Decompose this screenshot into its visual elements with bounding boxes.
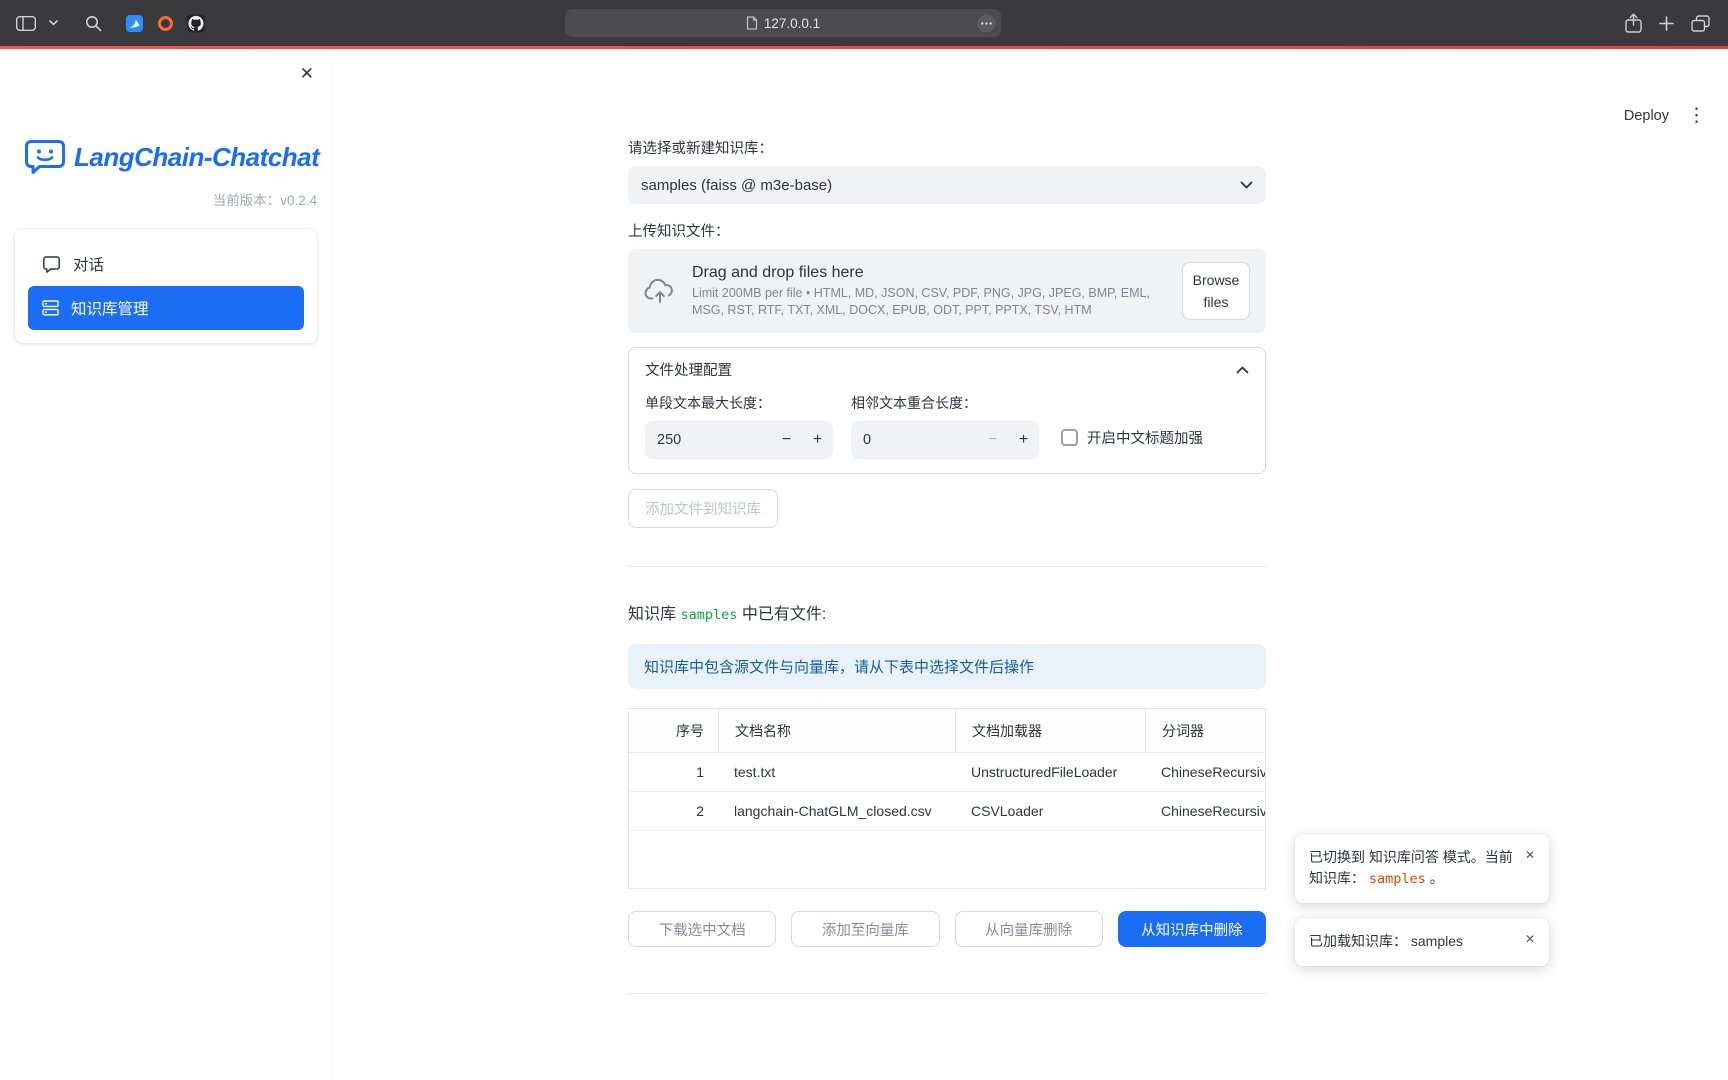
zh-title-enhance-checkbox[interactable]: 开启中文标题加强 [1061,427,1203,448]
new-tab-icon[interactable] [1659,16,1674,31]
page-more-icon[interactable] [977,14,996,33]
expander-header[interactable]: 文件处理配置 [629,348,1265,391]
divider [628,566,1266,567]
toast-stack: 已切换到 知识库问答 模式。当前知识库： samples 。 ✕ 已加载知识库：… [1295,834,1549,966]
chunk-size-label: 单段文本最大长度： [645,393,833,413]
toast-close-icon[interactable]: ✕ [1523,931,1537,947]
kb-selected-value: samples (faiss @ m3e-base) [641,177,832,194]
sidebar-close-icon[interactable]: ✕ [296,61,318,86]
main-menu-kebab-icon[interactable]: ⋮ [1687,106,1706,125]
expander-title: 文件处理配置 [645,359,732,380]
cloud-upload-icon [644,278,676,304]
cell-doc-name: test.txt [718,764,955,780]
share-icon[interactable] [1625,13,1642,33]
logo-chat-icon [25,139,65,176]
upload-label: 上传知识文件： [628,220,1266,241]
kb-name-code: samples [680,607,737,623]
nav-item-dialogue[interactable]: 对话 [28,242,304,286]
table-row[interactable]: 2 langchain-ChatGLM_closed.csv CSVLoader… [629,792,1265,831]
toast-text: 已加载知识库： samples [1309,931,1515,953]
overlap-size-increment-button[interactable]: + [1008,431,1039,449]
logo-text: LangChain-Chatchat [74,142,319,173]
nav-item-knowledge-base[interactable]: 知识库管理 [28,286,304,330]
sidebar: ✕ LangChain-Chatchat 当前版本：v0.2.4 对话 [0,49,333,1080]
address-bar[interactable]: 127.0.0.1 [565,9,1001,37]
expander-chevron-up-icon [1236,366,1249,374]
streamlit-header: Deploy ⋮ [1624,106,1706,125]
browse-files-button[interactable]: Browse files [1182,262,1250,321]
column-header-name[interactable]: 文档名称 [718,709,955,752]
overlap-size-decrement-button[interactable]: − [977,431,1008,449]
table-header-row: 序号 文档名称 文档加载器 分词器 [629,709,1265,753]
chunk-size-input[interactable]: 250 − + [645,421,833,459]
download-selected-button[interactable]: 下载选中文档 [628,911,776,947]
cell-loader: CSVLoader [955,803,1145,819]
column-header-index[interactable]: 序号 [629,721,718,741]
cell-loader: UnstructuredFileLoader [955,764,1145,780]
column-header-splitter[interactable]: 分词器 [1145,709,1265,752]
overlap-size-input[interactable]: 0 − + [851,421,1039,459]
overlap-size-label: 相邻文本重合长度： [851,393,1039,413]
toast-close-icon[interactable]: ✕ [1523,847,1537,863]
search-icon[interactable] [85,15,102,32]
toolbar-chevron-down-icon[interactable] [49,20,58,26]
sidebar-nav: 对话 知识库管理 [15,229,317,343]
table-empty-area [629,831,1265,888]
checkbox-box[interactable] [1061,429,1078,446]
cell-splitter: ChineseRecursive [1145,764,1265,780]
info-banner: 知识库中包含源文件与向量库，请从下表中选择文件后操作 [628,644,1266,689]
column-header-loader[interactable]: 文档加载器 [955,709,1145,752]
overlap-size-value[interactable]: 0 [851,432,977,448]
add-files-to-kb-button[interactable]: 添加文件到知识库 [628,489,778,528]
version-label: 当前版本：v0.2.4 [0,189,332,209]
deploy-button[interactable]: Deploy [1624,108,1669,124]
site-icon [746,16,758,30]
cell-index: 2 [629,803,718,819]
toast-mode-switched: 已切换到 知识库问答 模式。当前知识库： samples 。 ✕ [1295,834,1549,904]
pinned-tab-orange-icon[interactable] [156,14,174,32]
checkbox-label: 开启中文标题加强 [1087,427,1203,448]
sidebar-toggle-icon[interactable] [16,16,36,31]
file-config-expander: 文件处理配置 单段文本最大长度： 250 − + [628,347,1266,474]
cell-splitter: ChineseRecursive [1145,803,1265,819]
toast-text: 已切换到 知识库问答 模式。当前知识库： samples 。 [1309,847,1515,891]
github-tab-icon[interactable] [187,14,205,32]
cell-doc-name: langchain-ChatGLM_closed.csv [718,803,955,819]
chunk-size-decrement-button[interactable]: − [771,431,802,449]
knowledge-base-stack-icon [42,299,59,317]
toast-kb-loaded: 已加载知识库： samples ✕ [1295,918,1549,966]
app-logo: LangChain-Chatchat [25,139,332,176]
dropzone-title: Drag and drop files here [692,264,1166,282]
delete-from-kb-button[interactable]: 从知识库中删除 [1118,911,1266,947]
tab-overview-icon[interactable] [1691,15,1710,32]
file-dropzone[interactable]: Drag and drop files here Limit 200MB per… [628,249,1266,333]
nav-item-label: 对话 [73,253,104,275]
add-to-vector-store-button[interactable]: 添加至向量库 [791,911,939,947]
pinned-tab-blue-icon[interactable] [125,14,143,32]
chunk-size-value[interactable]: 250 [645,432,771,448]
existing-files-heading: 知识库 samples 中已有文件: [628,600,1266,624]
dropzone-limit-text: Limit 200MB per file • HTML, MD, JSON, C… [692,285,1166,318]
browser-toolbar: 127.0.0.1 [0,0,1728,46]
kb-selectbox[interactable]: samples (faiss @ m3e-base) [628,166,1266,204]
table-row[interactable]: 1 test.txt UnstructuredFileLoader Chines… [629,753,1265,792]
delete-from-vector-store-button[interactable]: 从向量库删除 [955,911,1103,947]
chunk-size-increment-button[interactable]: + [802,431,833,449]
toast-kb-code: samples [1369,871,1426,887]
url-text: 127.0.0.1 [764,16,820,31]
select-chevron-down-icon [1240,181,1253,189]
nav-item-label: 知识库管理 [71,297,149,319]
chat-bubble-icon [42,255,61,274]
files-table: 序号 文档名称 文档加载器 分词器 1 test.txt Unstructure… [628,708,1266,889]
kb-select-label: 请选择或新建知识库： [628,137,1266,158]
cell-index: 1 [629,764,718,780]
divider [628,993,1266,994]
